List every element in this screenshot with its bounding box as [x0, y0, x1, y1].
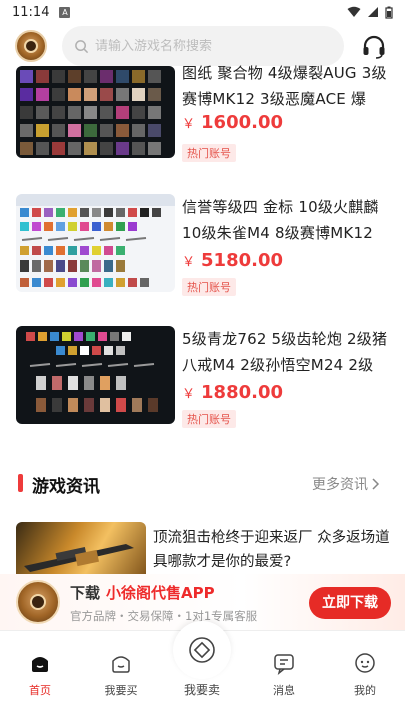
- home-icon: [32, 657, 48, 672]
- battery-icon: [385, 6, 393, 19]
- banner-app-logo: [16, 580, 60, 624]
- currency-symbol: ￥: [182, 387, 196, 402]
- hot-account-tag: 热门账号: [182, 144, 236, 162]
- tab-buy[interactable]: 我要买: [89, 651, 153, 698]
- wifi-icon: [347, 6, 361, 17]
- tab-profile[interactable]: 我的: [333, 651, 397, 698]
- section-title: 游戏资讯: [32, 477, 100, 497]
- banner-headline: 下载 小徐阁代售APP: [70, 582, 215, 603]
- tab-sell[interactable]: 我要卖: [170, 621, 234, 698]
- listing-thumbnail: [16, 326, 175, 424]
- tab-label: 消息: [273, 684, 295, 697]
- signal-icon: [368, 7, 378, 17]
- message-icon: [274, 654, 294, 675]
- download-now-button[interactable]: 立即下载: [309, 587, 391, 619]
- listing-price: ￥ 5180.00: [182, 250, 283, 271]
- tab-messages[interactable]: 消息: [252, 651, 316, 698]
- price-value: 1880.00: [201, 382, 283, 403]
- profile-icon: [355, 653, 375, 673]
- tab-label: 我要买: [104, 684, 138, 697]
- search-input[interactable]: [95, 38, 335, 54]
- tab-label: 首页: [29, 684, 51, 697]
- sell-icon: [189, 637, 215, 663]
- banner-subtitle: 官方品牌・交易保障・1对1专属客服: [70, 609, 258, 623]
- status-bar: 11:14 A: [0, 0, 405, 24]
- notification-a-icon: A: [59, 6, 71, 18]
- status-time: 11:14: [12, 4, 50, 20]
- bag-icon: [112, 656, 130, 673]
- listing-card[interactable]: 5级青龙762 5级齿轮炮 2级猪八戒M4 2级孙悟空M24 2级唐... ￥ 1…: [0, 326, 405, 436]
- listing-thumbnail: [16, 194, 175, 292]
- listing-card[interactable]: 图纸 聚合物 4级爆裂AUG 3级赛博MK12 3级恶魔ACE 爆裂... ￥ 1…: [0, 64, 405, 176]
- listing-title: 图纸 聚合物 4级爆裂AUG 3级赛博MK12 3级恶魔ACE 爆裂...: [182, 64, 387, 108]
- currency-symbol: ￥: [182, 117, 196, 132]
- tab-home[interactable]: 首页: [8, 651, 72, 698]
- price-value: 1600.00: [201, 112, 283, 133]
- banner-brand: 小徐阁代售APP: [106, 584, 215, 602]
- listing-price: ￥ 1880.00: [182, 382, 283, 403]
- listing-card[interactable]: 信誉等级四 金标 10级火麒麟 10级朱雀M4 8级赛博MK12 4... ￥ 5…: [0, 194, 405, 304]
- listing-title: 5级青龙762 5级齿轮炮 2级猪八戒M4 2级孙悟空M24 2级唐...: [182, 330, 388, 374]
- price-value: 5180.00: [201, 250, 283, 271]
- bottom-tab-bar: 首页 我要买 我要卖 消息 我的: [0, 621, 405, 720]
- hot-account-tag: 热门账号: [182, 410, 236, 428]
- app-logo[interactable]: [15, 30, 47, 62]
- search-icon: [75, 39, 89, 53]
- more-news-label: 更多资讯: [312, 477, 368, 493]
- listing-price: ￥ 1600.00: [182, 112, 283, 133]
- news-section-header: 游戏资讯 更多资讯: [0, 470, 405, 498]
- currency-symbol: ￥: [182, 255, 196, 270]
- news-thumbnail: [16, 522, 146, 582]
- hot-account-tag: 热门账号: [182, 278, 236, 296]
- tab-label: 我要卖: [183, 683, 220, 697]
- listing-title: 信誉等级四 金标 10级火麒麟 10级朱雀M4 8级赛博MK12 4...: [182, 198, 379, 242]
- more-news-link[interactable]: 更多资讯: [312, 474, 380, 494]
- chevron-right-icon: [372, 478, 380, 490]
- news-item[interactable]: 顶流狙击枪终于迎来返厂 众多返场道具哪款才是你的最爱?: [0, 522, 405, 582]
- section-accent-bar: [18, 474, 23, 492]
- listing-thumbnail: [16, 66, 175, 158]
- sell-button-circle: [173, 621, 231, 679]
- customer-service-icon[interactable]: [361, 34, 387, 60]
- tab-label: 我的: [354, 684, 376, 697]
- status-right: [347, 6, 393, 19]
- news-title: 顶流狙击枪终于迎来返厂 众多返场道具哪款才是你的最爱?: [153, 530, 390, 570]
- banner-download-label: 下载: [70, 584, 101, 602]
